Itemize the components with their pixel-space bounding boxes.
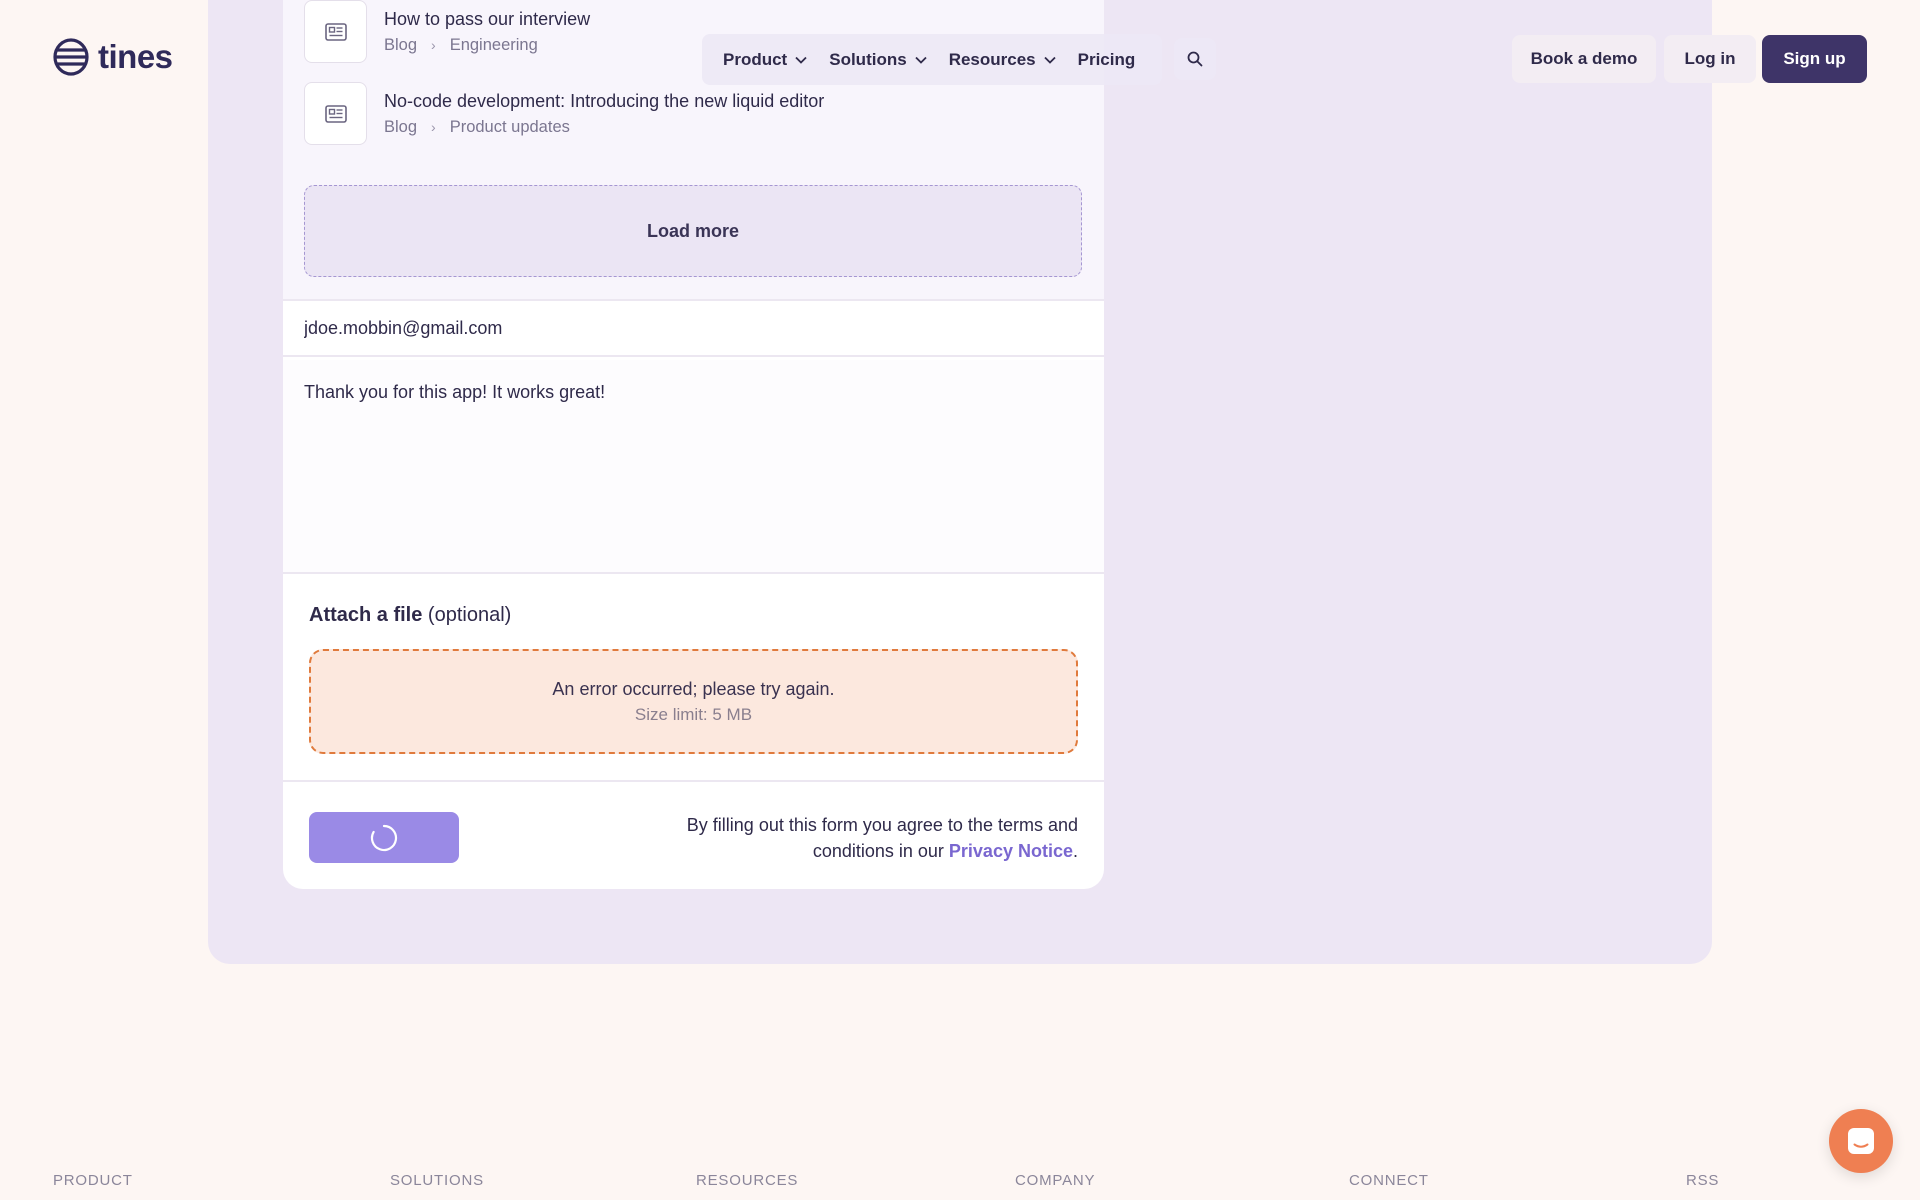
- chevron-down-icon: [915, 56, 927, 64]
- attach-file-label-optional: (optional): [422, 604, 512, 626]
- breadcrumb-item: Product updates: [449, 118, 570, 136]
- footer-heading-solutions: SOLUTIONS: [390, 1172, 484, 1189]
- nav-item-label: Solutions: [829, 49, 907, 69]
- terms-notice: By filling out this form you agree to th…: [658, 812, 1078, 864]
- result-breadcrumb: Blog › Product updates: [384, 116, 824, 138]
- nav-item-label: Resources: [948, 49, 1036, 69]
- upload-error-message: An error occurred; please try again.: [552, 678, 835, 699]
- submit-button[interactable]: [309, 812, 459, 863]
- chevron-right-icon: ›: [431, 119, 436, 135]
- message-field[interactable]: Thank you for this app! It works great!: [283, 360, 1104, 572]
- nav-item-solutions[interactable]: Solutions: [829, 49, 927, 70]
- result-breadcrumb: Blog › Engineering: [384, 34, 590, 56]
- result-item[interactable]: No-code development: Introducing the new…: [304, 82, 824, 145]
- file-dropzone[interactable]: An error occurred; please try again. Siz…: [309, 649, 1078, 754]
- form-footer: By filling out this form you agree to th…: [283, 784, 1104, 889]
- nav-item-label: Pricing: [1077, 49, 1136, 69]
- message-field-row: Thank you for this app! It works great!: [283, 360, 1104, 574]
- breadcrumb-item: Engineering: [449, 36, 538, 54]
- load-more-button[interactable]: Load more: [304, 185, 1082, 277]
- result-item[interactable]: How to pass our interview Blog › Enginee…: [304, 0, 590, 63]
- email-field[interactable]: [283, 301, 1104, 355]
- main-nav: Product Solutions Resources Pricing: [702, 34, 1162, 85]
- privacy-notice-link[interactable]: Privacy Notice: [949, 841, 1073, 861]
- size-limit-text: Size limit: 5 MB: [634, 704, 753, 724]
- terms-end: .: [1072, 841, 1078, 861]
- result-title: No-code development: Introducing the new…: [384, 91, 825, 111]
- article-icon: [304, 82, 367, 145]
- footer-heading-connect: CONNECT: [1349, 1172, 1429, 1189]
- footer-heading-product: PRODUCT: [53, 1172, 133, 1189]
- attach-file-section: Attach a file (optional) An error occurr…: [283, 576, 1104, 782]
- sign-up-button[interactable]: Sign up: [1762, 35, 1867, 83]
- email-field-row: [283, 299, 1104, 357]
- chevron-down-icon: [1043, 56, 1056, 64]
- chevron-down-icon: [795, 56, 807, 64]
- article-icon: [304, 0, 367, 63]
- nav-item-label: Product: [723, 49, 788, 69]
- chat-icon: [1848, 1128, 1874, 1154]
- contact-form-card: How to pass our interview Blog › Enginee…: [283, 0, 1104, 889]
- book-demo-button[interactable]: Book a demo: [1512, 35, 1656, 83]
- footer-heading-company: COMPANY: [1015, 1172, 1096, 1189]
- breadcrumb-item: Blog: [384, 36, 418, 54]
- breadcrumb-item: Blog: [384, 118, 418, 136]
- nav-item-pricing[interactable]: Pricing: [1078, 50, 1136, 70]
- tines-logo-icon: [53, 38, 89, 76]
- footer-heading-resources: RESOURCES: [696, 1172, 799, 1189]
- attach-file-label: Attach a file (optional): [309, 604, 511, 627]
- search-button[interactable]: [1174, 38, 1216, 80]
- brand-name: tines: [98, 38, 173, 75]
- attach-file-label-bold: Attach a file: [309, 604, 423, 626]
- chat-launcher-button[interactable]: [1829, 1109, 1893, 1173]
- log-in-button[interactable]: Log in: [1664, 35, 1756, 83]
- chevron-right-icon: ›: [431, 37, 436, 53]
- tines-logo[interactable]: tines: [53, 38, 173, 76]
- result-title: How to pass our interview: [384, 9, 591, 29]
- footer-heading-rss: RSS: [1686, 1172, 1720, 1189]
- nav-item-resources[interactable]: Resources: [949, 50, 1056, 70]
- loading-spinner-icon: [370, 824, 398, 851]
- nav-item-product[interactable]: Product: [723, 50, 807, 70]
- search-icon: [1187, 51, 1203, 67]
